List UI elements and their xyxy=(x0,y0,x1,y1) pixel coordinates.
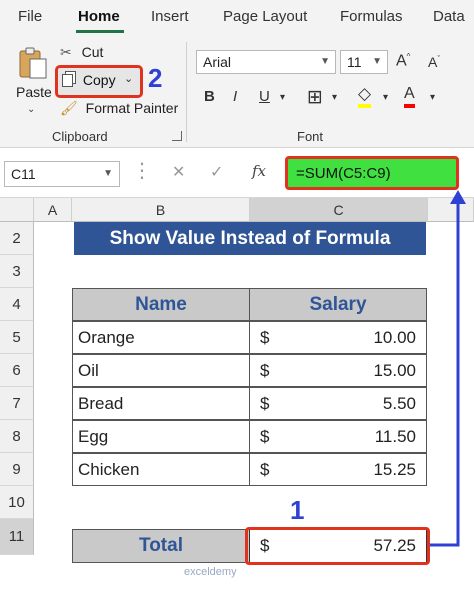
callout-arrow xyxy=(430,190,466,547)
watermark-logo: exceldemy xyxy=(184,566,237,578)
